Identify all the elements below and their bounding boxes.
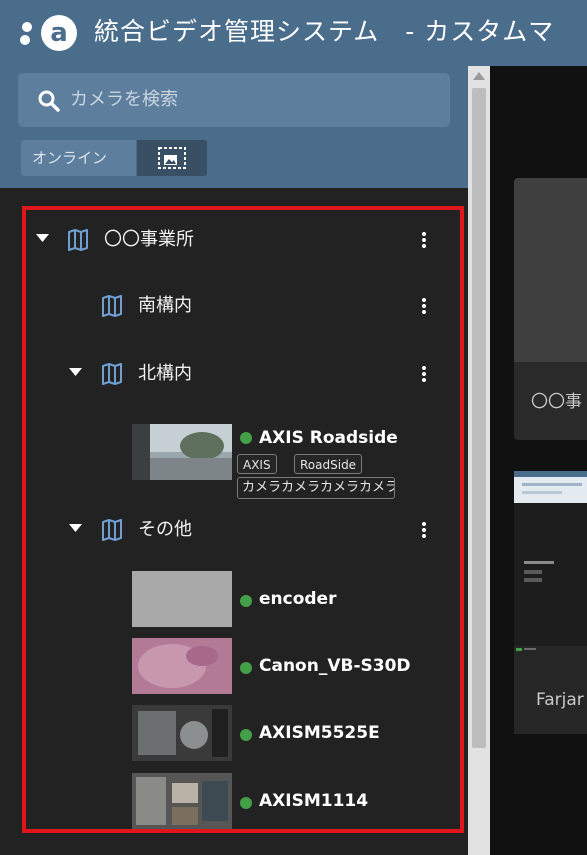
more-vert-icon[interactable] bbox=[421, 296, 427, 316]
sidebar: カメラを検索 オンライン 〇〇事業所 南構内 北構内 AXIS Roadside… bbox=[0, 66, 468, 855]
scroll-thumb[interactable] bbox=[472, 88, 486, 748]
online-status-dot bbox=[240, 595, 252, 607]
map-icon bbox=[102, 295, 122, 317]
svg-text:a: a bbox=[50, 18, 68, 48]
main-view: 〇〇事 Farjar bbox=[490, 66, 587, 855]
tree-node-label: 〇〇事業所 bbox=[104, 229, 194, 250]
app-title: 統合ビデオ管理システム - カスタムマ bbox=[94, 17, 555, 46]
camera-item-axism1114[interactable]: AXISM1114 bbox=[0, 773, 468, 835]
camera-item-axism5525e[interactable]: AXISM5525E bbox=[0, 705, 468, 767]
sidebar-toolbar: カメラを検索 オンライン bbox=[0, 66, 468, 188]
camera-name: AXIS Roadside N bbox=[259, 428, 405, 448]
map-card-label: 〇〇事 bbox=[531, 392, 582, 412]
map-icon bbox=[102, 363, 122, 385]
camera-preview bbox=[514, 471, 587, 503]
tree-node-label: 南構内 bbox=[138, 295, 192, 316]
more-vert-icon[interactable] bbox=[421, 520, 427, 540]
map-icon bbox=[102, 519, 122, 541]
tree-node-label: その他 bbox=[138, 519, 192, 540]
camera-item-axis-roadside[interactable]: AXIS Roadside N AXIS RoadSide カメラカメラカメラカ… bbox=[0, 424, 468, 520]
camera-card[interactable]: Farjar bbox=[514, 471, 587, 734]
online-status-dot bbox=[240, 797, 252, 809]
camera-tag: RoadSide bbox=[294, 454, 363, 474]
camera-thumbnail bbox=[132, 424, 232, 480]
camera-item-encoder[interactable]: encoder bbox=[0, 571, 468, 633]
camera-name: encoder bbox=[259, 589, 337, 609]
map-preview bbox=[514, 178, 587, 362]
camera-name: AXISM5525E bbox=[259, 723, 380, 743]
search-placeholder: カメラを検索 bbox=[70, 89, 178, 110]
camera-name: Canon_VB-S30D bbox=[259, 656, 411, 676]
camera-name: AXISM1114 bbox=[259, 791, 369, 811]
more-vert-icon[interactable] bbox=[421, 364, 427, 384]
camera-preview-text bbox=[524, 561, 554, 582]
camera-card-label: Farjar bbox=[536, 690, 584, 710]
online-filter-toggle[interactable]: オンライン bbox=[21, 140, 136, 176]
tree-node-other[interactable]: その他 bbox=[0, 510, 468, 550]
camera-search-input[interactable]: カメラを検索 bbox=[18, 73, 450, 127]
expand-arrow-icon[interactable] bbox=[36, 234, 49, 244]
camera-tag: AXIS bbox=[237, 454, 277, 474]
expand-arrow-icon[interactable] bbox=[69, 368, 82, 378]
map-icon bbox=[68, 229, 88, 251]
expand-arrow-icon[interactable] bbox=[69, 524, 82, 534]
online-status-dot bbox=[240, 662, 252, 674]
map-card[interactable]: 〇〇事 bbox=[514, 178, 587, 440]
camera-item-canon[interactable]: Canon_VB-S30D bbox=[0, 638, 468, 700]
online-status-dot bbox=[240, 432, 252, 444]
tree-node-label: 北構内 bbox=[138, 363, 192, 384]
search-icon bbox=[38, 90, 60, 112]
camera-thumbnail bbox=[132, 638, 232, 694]
camera-thumbnail bbox=[132, 705, 232, 761]
scroll-up-arrow-icon[interactable] bbox=[473, 72, 485, 80]
camera-description: カメラカメラカメラカメラ bbox=[237, 477, 395, 499]
camera-tree: 〇〇事業所 南構内 北構内 AXIS Roadside N AXIS RoadS… bbox=[0, 188, 468, 855]
more-vert-icon[interactable] bbox=[421, 230, 427, 250]
camera-thumbnail bbox=[132, 571, 232, 627]
app-header: a 統合ビデオ管理システム - カスタムマ bbox=[0, 0, 587, 66]
tree-node-south[interactable]: 南構内 bbox=[0, 286, 468, 326]
camera-thumbnail bbox=[132, 773, 232, 829]
app-logo-icon: a bbox=[20, 15, 77, 51]
thumbnail-view-toggle[interactable] bbox=[137, 140, 207, 176]
online-status-dot bbox=[240, 729, 252, 741]
image-thumbnail-icon bbox=[158, 147, 186, 169]
sidebar-scrollbar[interactable] bbox=[468, 66, 490, 855]
tree-node-office[interactable]: 〇〇事業所 bbox=[0, 220, 468, 260]
tree-node-north[interactable]: 北構内 bbox=[0, 354, 468, 394]
